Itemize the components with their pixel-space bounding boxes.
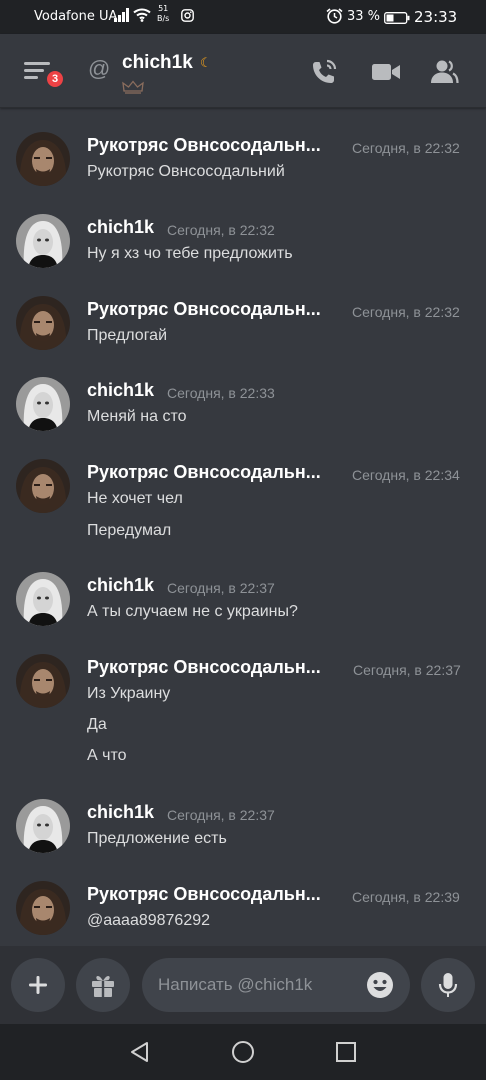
at-icon: @ (88, 56, 111, 81)
channel-title[interactable]: chich1k (122, 52, 193, 74)
message-author[interactable]: chich1k (87, 380, 154, 401)
user-avatar[interactable] (16, 132, 70, 186)
user-avatar[interactable] (16, 296, 70, 350)
message-timestamp: Сегодня, в 22:37 (167, 580, 275, 596)
status-bar: Vodafone UA 51 B/s 33 % 23:33 (0, 0, 486, 34)
gift-button[interactable] (76, 958, 130, 1012)
message-author[interactable]: Рукотряс Овнсосодальн... (87, 299, 321, 320)
voice-message-button[interactable] (421, 958, 475, 1012)
message-author[interactable]: chich1k (87, 217, 154, 238)
channel-header: 3 @ chich1k ☾ (0, 34, 486, 108)
message-author[interactable]: Рукотряс Овнсосодальн... (87, 462, 321, 483)
user-avatar[interactable] (16, 214, 70, 268)
user-avatar[interactable] (16, 572, 70, 626)
user-avatar[interactable] (16, 654, 70, 708)
plus-icon (29, 976, 47, 994)
message-timestamp: Сегодня, в 22:37 (353, 662, 461, 678)
message-text: А что (87, 747, 127, 764)
recents-icon[interactable] (334, 1040, 358, 1069)
moon-status-icon: ☾ (200, 55, 212, 70)
battery-icon (384, 11, 410, 29)
system-navigation-bar (0, 1024, 486, 1080)
back-icon[interactable] (128, 1040, 152, 1069)
network-speed: 51 B/s (157, 4, 169, 24)
message-text: @aaaa89876292 (87, 912, 211, 929)
message-text: Ну я хз чо тебе предложить (87, 245, 293, 262)
message-author[interactable]: Рукотряс Овнсосодальн... (87, 884, 321, 905)
message-input-wrapper (142, 958, 410, 1012)
message-timestamp: Сегодня, в 22:37 (167, 807, 275, 823)
message-author[interactable]: Рукотряс Овнсосодальн... (87, 135, 321, 156)
message-timestamp: Сегодня, в 22:32 (167, 222, 275, 238)
emoji-icon[interactable] (366, 971, 394, 1004)
alarm-icon (326, 8, 343, 29)
message-author[interactable]: chich1k (87, 575, 154, 596)
user-avatar[interactable] (16, 459, 70, 513)
message-list[interactable]: Рукотряс Овнсосодальн... Сегодня, в 22:3… (0, 109, 486, 946)
message-timestamp: Сегодня, в 22:34 (352, 467, 460, 483)
message-text: А ты случаем не с украины? (87, 603, 298, 620)
message-text: Не хочет чел (87, 490, 183, 507)
message-text: Из Украину (87, 685, 171, 702)
message-timestamp: Сегодня, в 22:32 (352, 304, 460, 320)
home-icon[interactable] (231, 1040, 255, 1069)
video-call-icon[interactable] (371, 58, 401, 91)
message-timestamp: Сегодня, в 22:32 (352, 140, 460, 156)
message-author[interactable]: chich1k (87, 802, 154, 823)
signal-icon (114, 8, 130, 27)
message-author[interactable]: Рукотряс Овнсосодальн... (87, 657, 321, 678)
clock: 23:33 (414, 8, 458, 26)
user-avatar[interactable] (16, 799, 70, 853)
battery-percent: 33 % (347, 9, 381, 24)
message-timestamp: Сегодня, в 22:33 (167, 385, 275, 401)
message-input[interactable] (158, 958, 358, 1012)
user-avatar[interactable] (16, 377, 70, 431)
message-text: Рукотряс Овнсосодальний (87, 163, 285, 180)
notification-badge: 3 (44, 68, 66, 90)
carrier-name: Vodafone UA (34, 9, 118, 24)
members-icon[interactable] (429, 58, 459, 91)
message-text: Предложение есть (87, 830, 227, 847)
user-avatar[interactable] (16, 881, 70, 935)
microphone-icon (438, 973, 458, 997)
message-composer (0, 946, 486, 1024)
message-text: Передумал (87, 522, 172, 539)
wifi-icon (133, 8, 151, 27)
add-attachment-button[interactable] (11, 958, 65, 1012)
message-text: Меняй на сто (87, 408, 187, 425)
message-text: Предлогай (87, 327, 168, 344)
gift-icon (92, 975, 114, 997)
phone-call-icon[interactable] (310, 58, 340, 91)
instagram-icon (181, 9, 194, 27)
network-speed-value: 51 (158, 4, 169, 13)
network-speed-unit: B/s (157, 14, 170, 23)
message-text: Да (87, 716, 107, 733)
message-timestamp: Сегодня, в 22:39 (352, 889, 460, 905)
crown-icon (122, 80, 144, 99)
